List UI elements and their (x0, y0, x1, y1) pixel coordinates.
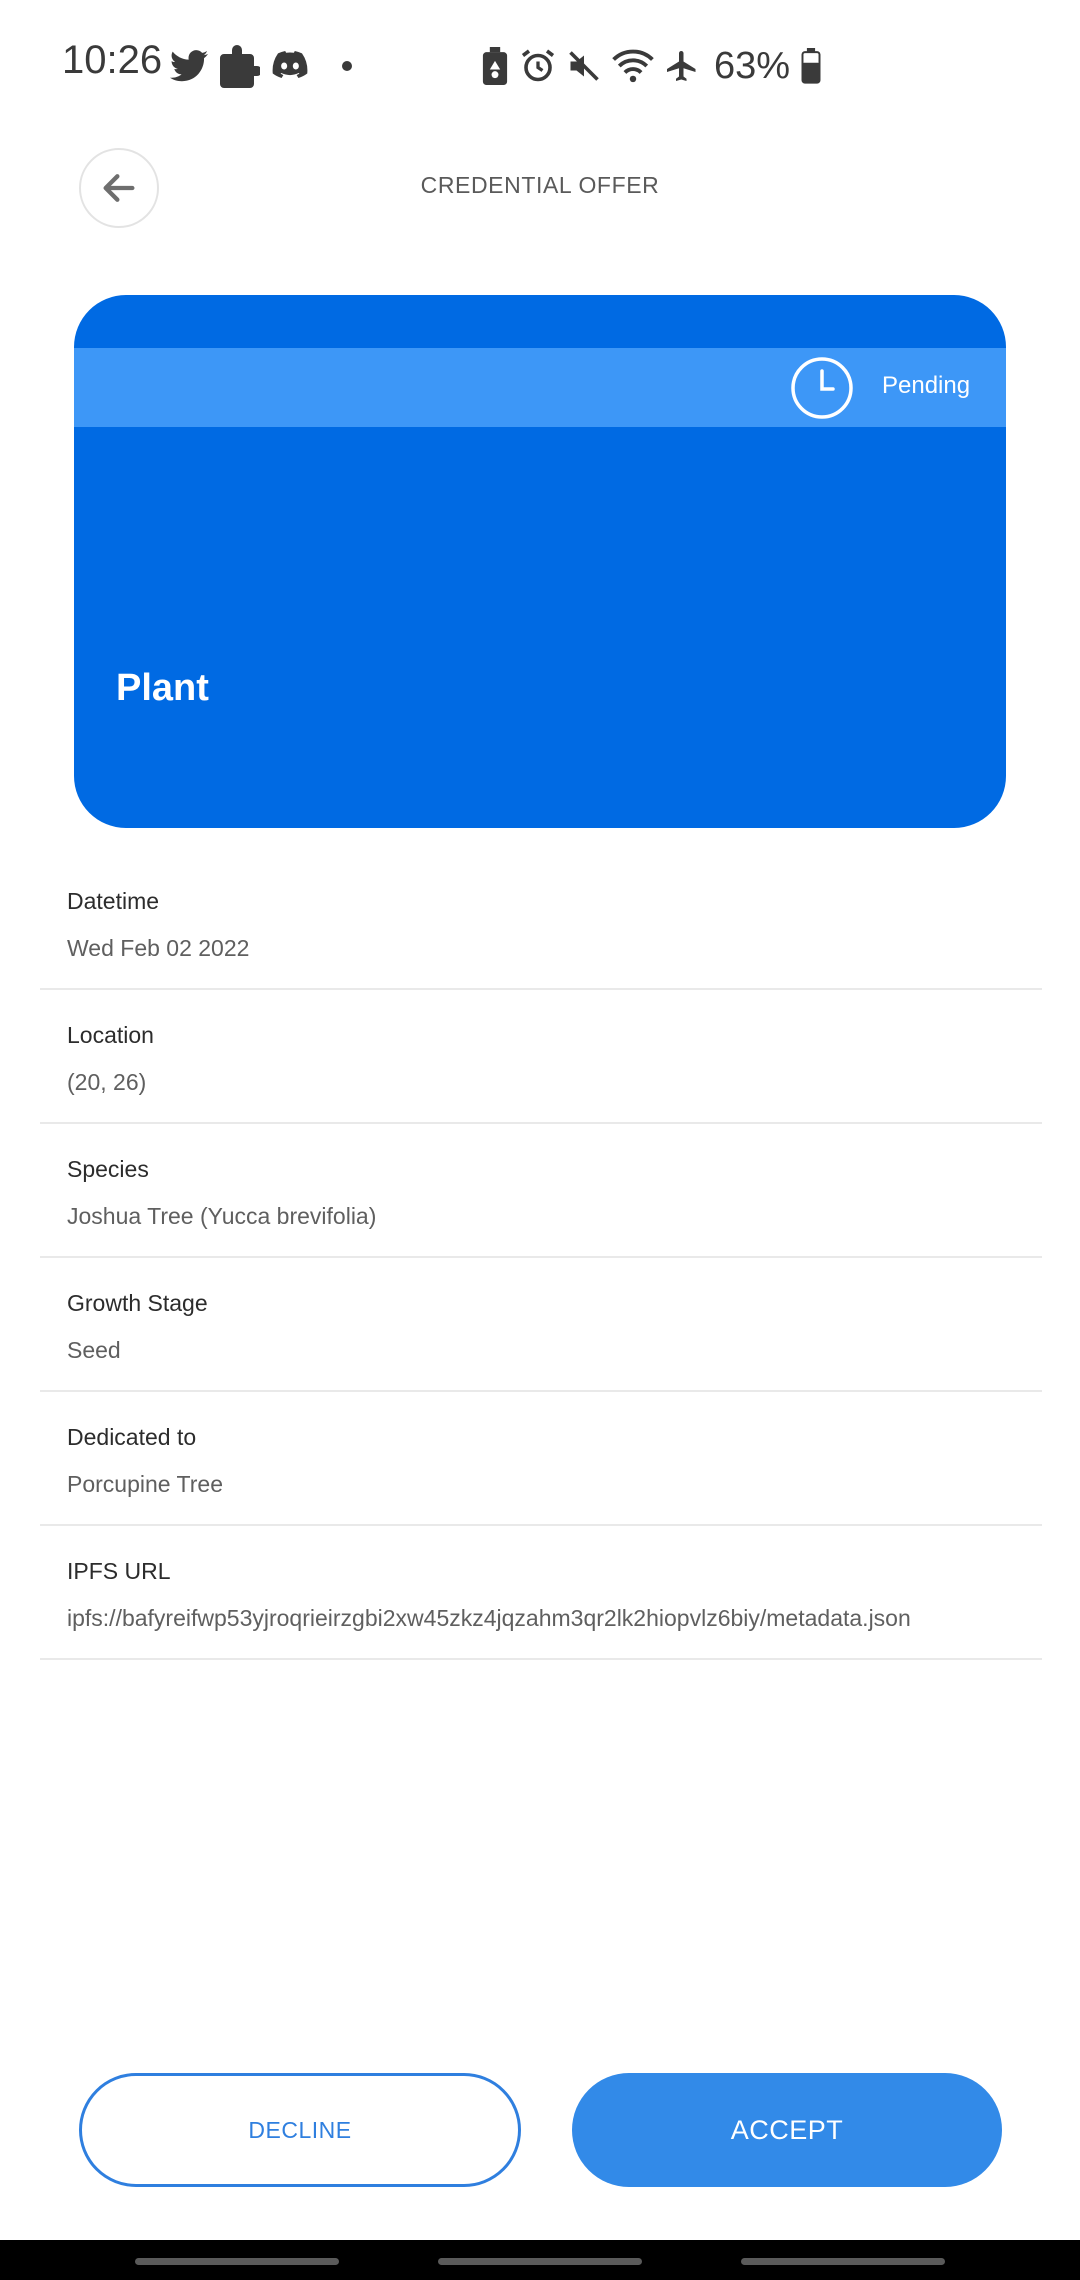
decline-button[interactable]: DECLINE (79, 2073, 521, 2187)
wifi-icon (612, 48, 654, 84)
field-label: Dedicated to (67, 1424, 197, 1450)
status-bar: 10:26 63% (0, 0, 1080, 130)
mute-icon (566, 48, 602, 84)
field-location: Location (20, 26) (40, 990, 1042, 1124)
field-label: Growth Stage (67, 1290, 208, 1316)
field-datetime: Datetime Wed Feb 02 2022 (40, 856, 1042, 990)
card-status-band: Pending (74, 348, 1006, 427)
nav-back-handle[interactable] (741, 2258, 945, 2265)
battery-percent: 63% (714, 44, 791, 87)
credential-fields: Datetime Wed Feb 02 2022 Location (20, 2… (40, 856, 1042, 1660)
airplane-mode-icon (664, 48, 700, 84)
battery-saver-icon (480, 47, 510, 85)
field-value: Wed Feb 02 2022 (67, 935, 250, 961)
status-right-icons: 63% (480, 42, 822, 90)
discord-icon (272, 51, 308, 81)
credential-offer-screen: 10:26 63% CREDENTIAL OFFER Pending Plant… (0, 0, 1080, 2280)
status-time: 10:26 (62, 38, 163, 82)
status-left-icons (170, 42, 352, 90)
battery-icon (800, 48, 822, 84)
field-dedicated-to: Dedicated to Porcupine Tree (40, 1392, 1042, 1526)
nav-recents-handle[interactable] (135, 2258, 339, 2265)
field-label: Species (67, 1156, 149, 1182)
field-label: Location (67, 1022, 154, 1048)
field-value: (20, 26) (67, 1069, 147, 1095)
field-value: Seed (67, 1337, 121, 1363)
field-label: Datetime (67, 888, 160, 914)
status-badge: Pending (882, 372, 971, 399)
clock-icon (791, 357, 853, 419)
page-title: CREDENTIAL OFFER (420, 172, 660, 198)
field-value: Joshua Tree (Yucca brevifolia) (67, 1203, 377, 1229)
field-growth-stage: Growth Stage Seed (40, 1258, 1042, 1392)
field-value: ipfs://bafyreifwp53yjroqrieirzgbi2xw45zk… (67, 1605, 911, 1631)
alarm-icon (520, 48, 556, 84)
navigation-bar (0, 2240, 1080, 2280)
field-ipfs-url: IPFS URL ipfs://bafyreifwp53yjroqrieirzg… (40, 1526, 1042, 1660)
card-title: Plant (116, 667, 209, 709)
field-label: IPFS URL (67, 1558, 171, 1584)
accept-button[interactable]: ACCEPT (572, 2073, 1002, 2187)
notification-dot-icon (342, 61, 352, 71)
credential-card: Pending Plant (74, 295, 1006, 828)
twitter-icon (170, 49, 208, 83)
nav-home-handle[interactable] (438, 2258, 642, 2265)
field-value: Porcupine Tree (67, 1471, 223, 1497)
field-species: Species Joshua Tree (Yucca brevifolia) (40, 1124, 1042, 1258)
puzzle-icon (220, 44, 260, 88)
